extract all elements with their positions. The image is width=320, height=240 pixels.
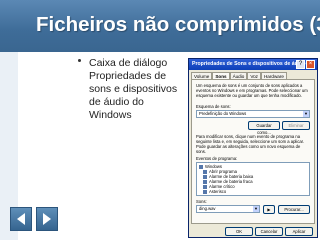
close-button[interactable]: × — [306, 60, 315, 69]
slide: Ficheiros não comprimidos (3) Caixa de d… — [0, 0, 320, 240]
scheme-value: Predefinição do Windows — [199, 111, 247, 116]
browse-button[interactable]: Procurar... — [278, 205, 310, 214]
bullet-point — [78, 59, 81, 62]
sound-properties-dialog: Propriedades de Sons e dispositivos de á… — [188, 58, 318, 238]
delete-button[interactable]: Eliminar — [282, 121, 310, 130]
slide-title: Ficheiros não comprimidos (3) — [36, 13, 320, 36]
events-list[interactable]: Windows Abrir programa Alarme de bateria… — [196, 162, 310, 196]
save-as-button[interactable]: Guardar como... — [248, 121, 280, 135]
cancel-button[interactable]: Cancelar — [255, 227, 283, 236]
title-bar: Ficheiros não comprimidos (3) — [0, 0, 320, 52]
sound-select[interactable]: ding.wav ▼ — [196, 205, 260, 213]
chevron-down-icon: ▼ — [253, 206, 259, 212]
sounds-label: Sons: — [196, 199, 207, 204]
list-item[interactable]: Asterisco — [203, 189, 226, 194]
help-button[interactable]: ? — [296, 60, 305, 69]
scheme-label: Esquema de sons: — [196, 104, 231, 109]
arrow-right-icon — [43, 213, 51, 225]
scheme-intro-text: Um esquema de sons é um conjunto de sons… — [196, 83, 308, 98]
ok-button[interactable]: OK — [225, 227, 253, 236]
dialog-footer: OK Cancelar Aplicar — [191, 227, 315, 237]
sounds-panel: Um esquema de sons é um conjunto de sons… — [191, 79, 315, 224]
dialog-window-buttons: ? × — [296, 60, 315, 69]
apply-button[interactable]: Aplicar — [285, 227, 313, 236]
chevron-down-icon: ▼ — [303, 111, 309, 117]
play-button[interactable]: ▶ — [263, 205, 275, 214]
bullet-text: Caixa de diálogo Propriedades de sons e … — [89, 57, 178, 121]
next-slide-button[interactable] — [36, 207, 58, 231]
events-help-text: Para modificar sons, clique num evento d… — [196, 134, 305, 154]
arrow-left-icon — [17, 213, 25, 225]
events-label: Eventos de programa: — [196, 156, 238, 161]
sound-value: ding.wav — [199, 206, 216, 211]
speaker-icon — [203, 189, 207, 194]
previous-slide-button[interactable] — [10, 207, 32, 231]
scheme-select[interactable]: Predefinição do Windows ▼ — [196, 110, 310, 118]
